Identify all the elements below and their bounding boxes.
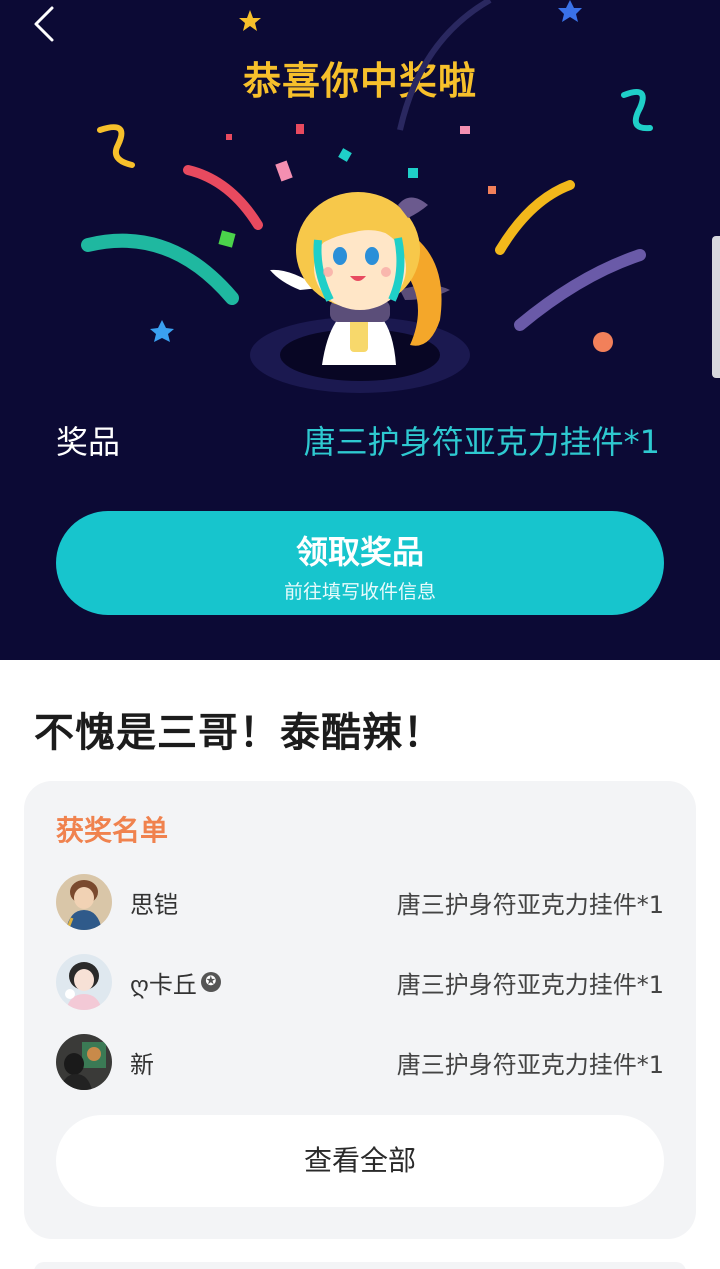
winner-prize: 唐三护身符亚克力挂件*1 bbox=[396, 890, 664, 919]
headline-text: 不愧是三哥！泰酷辣！ bbox=[34, 710, 444, 756]
winners-title: 获奖名单 bbox=[56, 814, 169, 847]
winner-name: ღ卡丘 ✪ bbox=[130, 965, 397, 1000]
prize-value: 唐三护身符亚克力挂件*1 bbox=[303, 423, 660, 461]
side-scroll-handle[interactable] bbox=[712, 236, 720, 378]
claim-prize-sublabel: 前往填写收件信息 bbox=[283, 581, 436, 603]
winners-list-card: 获奖名单 思铠 唐三护身符亚克力挂件*1 ღ卡丘 ✪ 唐三护身符亚克力挂件*1 … bbox=[24, 781, 696, 1239]
next-section-card bbox=[34, 1262, 686, 1269]
winner-name: 思铠 bbox=[130, 890, 178, 919]
winner-prize: 唐三护身符亚克力挂件*1 bbox=[396, 1050, 664, 1079]
view-all-button[interactable]: 查看全部 bbox=[56, 1115, 664, 1207]
winner-name: 新 bbox=[130, 1050, 154, 1079]
prize-label: 奖品 bbox=[56, 423, 121, 461]
prize-info-row: 奖品 唐三护身符亚克力挂件*1 bbox=[56, 418, 660, 462]
avatar bbox=[56, 874, 112, 930]
winner-row: 新 唐三护身符亚克力挂件*1 bbox=[56, 1033, 664, 1091]
celebration-illustration bbox=[81, 0, 653, 393]
winner-row: 思铠 唐三护身符亚克力挂件*1 bbox=[56, 873, 664, 931]
winner-prize: 唐三护身符亚克力挂件*1 bbox=[396, 970, 664, 999]
winner-row: ღ卡丘 ✪ 唐三护身符亚克力挂件*1 bbox=[56, 953, 664, 1011]
avatar bbox=[56, 954, 112, 1010]
claim-prize-button[interactable]: 领取奖品 前往填写收件信息 bbox=[56, 511, 664, 615]
avatar bbox=[56, 1034, 112, 1090]
verified-badge-icon: ✪ bbox=[200, 972, 221, 992]
claim-prize-label: 领取奖品 bbox=[295, 533, 424, 571]
prize-hero: 恭喜你中奖啦 奖品 唐三护身符亚克力挂件*1 领取奖品 前往填写收件信息 bbox=[0, 0, 720, 660]
